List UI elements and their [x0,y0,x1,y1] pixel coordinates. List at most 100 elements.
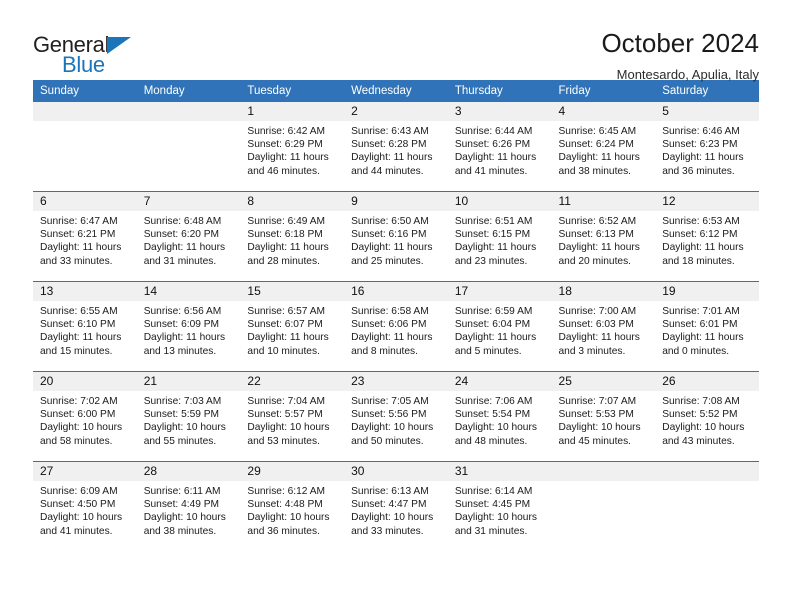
calendar-day-cell[interactable]: 22 Sunrise: 7:04 AM Sunset: 5:57 PM Dayligh… [240,371,345,462]
day-cell-content: 28 Sunrise: 6:11 AM Sunset: 4:49 PM Dayligh… [136,462,241,551]
calendar-day-cell[interactable]: 31 Sunrise: 6:14 AM Sunset: 4:45 PM Dayligh… [447,461,552,551]
calendar-day-cell[interactable]: 5 Sunrise: 6:46 AM Sunset: 6:23 PM Daylight… [655,102,759,192]
calendar-day-cell[interactable]: 9 Sunrise: 6:50 AM Sunset: 6:16 PM Daylight… [344,191,448,282]
daylight-duration-line1: Daylight: 10 hours [40,512,123,524]
day-cell-content: 15 Sunrise: 6:57 AM Sunset: 6:07 PM Dayligh… [240,282,345,371]
calendar-day-cell[interactable]: 25 Sunrise: 7:07 AM Sunset: 5:53 PM Dayligh… [551,371,656,462]
daylight-duration-line2: and 13 minutes. [143,345,217,357]
daylight-duration-line2: and 15 minutes. [40,345,113,357]
day-number: 6 [33,192,137,211]
daylight-duration-line2: and 10 minutes. [247,345,320,357]
calendar-week-row: 27 Sunrise: 6:09 AM Sunset: 4:50 PM Dayligh… [33,461,759,551]
day-number: 9 [344,192,448,211]
calendar-day-cell[interactable]: 7 Sunrise: 6:48 AM Sunset: 6:20 PM Daylight… [136,191,241,282]
day-cell-content: 29 Sunrise: 6:12 AM Sunset: 4:48 PM Dayligh… [240,462,345,551]
daylight-duration-line1: Daylight: 10 hours [143,422,226,434]
calendar-day-cell[interactable]: 16 Sunrise: 6:58 AM Sunset: 6:06 PM Dayligh… [344,281,448,372]
day-sun-info: Sunrise: 7:08 AM Sunset: 5:52 PM Daylight:… [655,391,759,448]
calendar-day-cell[interactable]: 27 Sunrise: 6:09 AM Sunset: 4:50 PM Dayligh… [33,461,137,551]
calendar-day-cell[interactable]: 8 Sunrise: 6:49 AM Sunset: 6:18 PM Daylight… [240,191,345,282]
day-sun-info: Sunrise: 6:55 AM Sunset: 6:10 PM Daylight:… [33,301,137,358]
sunrise-time: Sunrise: 6:44 AM [454,126,533,137]
logo-triangle-icon [107,37,131,54]
day-cell-content: 1 Sunrise: 6:42 AM Sunset: 6:29 PM Daylight… [240,102,345,191]
sunrise-time: Sunrise: 7:05 AM [351,396,429,407]
calendar-day-cell[interactable]: 2 Sunrise: 6:43 AM Sunset: 6:28 PM Daylight… [344,102,448,192]
calendar-day-cell[interactable]: 15 Sunrise: 6:57 AM Sunset: 6:07 PM Dayligh… [240,281,345,372]
day-number: 7 [136,192,241,211]
calendar-day-cell[interactable]: 26 Sunrise: 7:08 AM Sunset: 5:52 PM Dayligh… [655,371,759,462]
calendar-day-cell[interactable]: 3 Sunrise: 6:44 AM Sunset: 6:26 PM Daylight… [447,102,552,192]
sunset-time: Sunset: 6:18 PM [247,229,323,241]
calendar-day-cell[interactable]: 13 Sunrise: 6:55 AM Sunset: 6:10 PM Dayligh… [33,281,137,372]
calendar-day-cell[interactable]: 17 Sunrise: 6:59 AM Sunset: 6:04 PM Dayligh… [447,281,552,372]
calendar-page: General Blue October 2024 Montesardo, Ap… [0,0,792,612]
sunset-time: Sunset: 6:10 PM [40,319,116,331]
sunrise-time: Sunrise: 6:55 AM [40,306,118,317]
calendar-week-row: 13 Sunrise: 6:55 AM Sunset: 6:10 PM Dayligh… [33,281,759,372]
page-subtitle: Montesardo, Apulia, Italy [616,67,759,82]
sunrise-time: Sunrise: 6:13 AM [351,486,429,497]
day-cell-content: 22 Sunrise: 7:04 AM Sunset: 5:57 PM Dayligh… [240,372,345,461]
calendar-day-cell[interactable]: 6 Sunrise: 6:47 AM Sunset: 6:21 PM Daylight… [33,191,137,282]
calendar-day-cell[interactable]: 23 Sunrise: 7:05 AM Sunset: 5:56 PM Dayligh… [344,371,448,462]
calendar-day-cell[interactable]: 30 Sunrise: 6:13 AM Sunset: 4:47 PM Dayligh… [344,461,448,551]
daylight-duration-line1: Daylight: 11 hours [454,332,537,344]
calendar-day-cell[interactable]: 10 Sunrise: 6:51 AM Sunset: 6:15 PM Dayligh… [447,191,552,282]
day-sun-info: Sunrise: 7:03 AM Sunset: 5:59 PM Daylight:… [137,391,241,448]
day-sun-info: Sunrise: 6:56 AM Sunset: 6:09 PM Daylight:… [137,301,241,358]
day-number: 8 [240,192,345,211]
day-cell-content: 6 Sunrise: 6:47 AM Sunset: 6:21 PM Daylight… [33,192,137,281]
day-sun-info: Sunrise: 6:12 AM Sunset: 4:48 PM Daylight:… [240,481,344,538]
daylight-duration-line2: and 45 minutes. [558,435,632,447]
sunset-time: Sunset: 4:50 PM [40,499,116,511]
daylight-duration-line2: and 20 minutes. [558,255,632,267]
calendar-day-cell[interactable]: 4 Sunrise: 6:45 AM Sunset: 6:24 PM Daylight… [551,102,656,192]
sunrise-time: Sunrise: 7:01 AM [662,306,740,317]
calendar-week-row: 20 Sunrise: 7:02 AM Sunset: 6:00 PM Dayligh… [33,371,759,462]
calendar-day-cell[interactable]: 20 Sunrise: 7:02 AM Sunset: 6:00 PM Dayligh… [33,371,137,462]
daylight-duration-line2: and 18 minutes. [662,255,735,267]
sunrise-time: Sunrise: 6:50 AM [351,216,429,227]
calendar-day-cell[interactable]: 29 Sunrise: 6:12 AM Sunset: 4:48 PM Dayligh… [240,461,345,551]
day-sun-info: Sunrise: 7:04 AM Sunset: 5:57 PM Daylight:… [240,391,344,448]
day-number: 13 [33,282,137,301]
daylight-duration-line2: and 46 minutes. [247,165,320,177]
calendar-day-cell[interactable]: 1 Sunrise: 6:42 AM Sunset: 6:29 PM Daylight… [240,102,345,192]
daylight-duration-line1: Daylight: 11 hours [143,242,226,254]
calendar-day-cell[interactable]: 21 Sunrise: 7:03 AM Sunset: 5:59 PM Dayligh… [136,371,241,462]
sunrise-time: Sunrise: 7:03 AM [143,396,222,407]
daylight-duration-line1: Daylight: 11 hours [662,332,744,344]
daylight-duration-line2: and 5 minutes. [454,345,522,357]
day-cell-content: 18 Sunrise: 7:00 AM Sunset: 6:03 PM Dayligh… [551,282,656,371]
day-sun-info: Sunrise: 6:49 AM Sunset: 6:18 PM Daylight:… [240,211,344,268]
day-cell-content: 12 Sunrise: 6:53 AM Sunset: 6:12 PM Dayligh… [655,192,759,281]
sunset-time: Sunset: 4:49 PM [143,499,220,511]
day-number: 5 [655,102,759,121]
calendar-day-cell[interactable]: 14 Sunrise: 6:56 AM Sunset: 6:09 PM Dayligh… [136,281,241,372]
day-number: 26 [655,372,759,391]
sunset-time: Sunset: 6:28 PM [351,139,427,151]
calendar-day-cell[interactable]: 19 Sunrise: 7:01 AM Sunset: 6:01 PM Dayligh… [655,281,759,372]
sunset-time: Sunset: 6:06 PM [351,319,427,331]
daylight-duration-line1: Daylight: 11 hours [247,152,329,164]
day-sun-info: Sunrise: 7:07 AM Sunset: 5:53 PM Daylight:… [552,391,656,448]
day-cell-content: 9 Sunrise: 6:50 AM Sunset: 6:16 PM Daylight… [344,192,448,281]
daylight-duration-line2: and 31 minutes. [143,255,217,267]
calendar-day-cell[interactable]: 28 Sunrise: 6:11 AM Sunset: 4:49 PM Dayligh… [136,461,241,551]
sunset-time: Sunset: 5:53 PM [558,409,634,421]
calendar-day-cell[interactable]: 24 Sunrise: 7:06 AM Sunset: 5:54 PM Dayligh… [447,371,552,462]
day-cell-content: 2 Sunrise: 6:43 AM Sunset: 6:28 PM Daylight… [344,102,448,191]
sunset-time: Sunset: 6:03 PM [558,319,634,331]
generalblue-logo: General Blue [33,28,153,76]
day-number [655,462,759,481]
sunset-time: Sunset: 6:29 PM [247,139,323,151]
sunset-time: Sunset: 6:23 PM [662,139,738,151]
calendar-day-cell[interactable]: 11 Sunrise: 6:52 AM Sunset: 6:13 PM Dayligh… [551,191,656,282]
day-sun-info: Sunrise: 6:46 AM Sunset: 6:23 PM Daylight:… [655,121,759,178]
calendar-day-cell[interactable]: 18 Sunrise: 7:00 AM Sunset: 6:03 PM Dayligh… [551,281,656,372]
calendar-day-cell[interactable]: 12 Sunrise: 6:53 AM Sunset: 6:12 PM Dayligh… [655,191,759,282]
sunset-time: Sunset: 6:12 PM [662,229,738,241]
weekday-header-tuesday: Tuesday [240,80,345,102]
sunset-time: Sunset: 6:01 PM [662,319,738,331]
